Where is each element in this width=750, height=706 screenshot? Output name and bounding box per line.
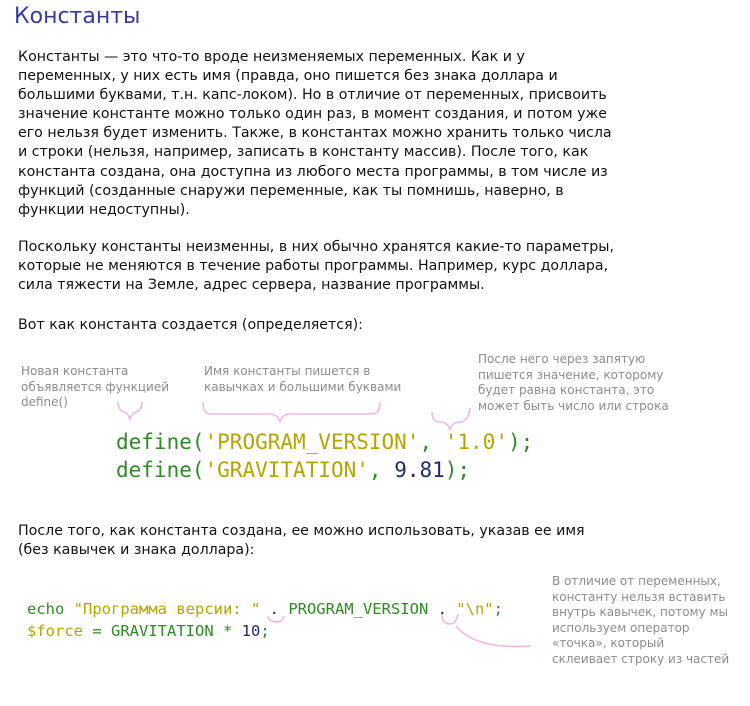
- code-sep: ,: [368, 458, 395, 482]
- code-number: 9.81: [394, 458, 445, 482]
- brace-define: [117, 401, 143, 421]
- code-sep: ,: [419, 430, 445, 454]
- code-string: "\n": [456, 600, 494, 618]
- brace-value: [431, 407, 471, 431]
- code-constant: GRAVITATION: [111, 622, 214, 640]
- code-dot: .: [428, 600, 457, 618]
- code-dot: .: [260, 600, 289, 618]
- note-concatenation: В отличие от переменных, константу нельз…: [552, 574, 730, 666]
- code-use-line-1: echo "Программа версии: " . PROGRAM_VERS…: [27, 598, 503, 620]
- code-fn: define(: [116, 458, 205, 482]
- code-mul: *: [213, 622, 242, 640]
- code-variable: $force: [27, 622, 83, 640]
- code-constant: PROGRAM_VERSION: [288, 600, 429, 618]
- code-string: '1.0': [444, 430, 508, 454]
- paragraph-use-intro: После того, как константа создана, ее мо…: [18, 523, 585, 559]
- code-end: ;: [493, 600, 503, 618]
- code-end: ;: [260, 622, 270, 640]
- code-end: );: [507, 430, 534, 454]
- brace-name: [202, 401, 381, 423]
- brace-dots-connector: [455, 625, 532, 648]
- code-define-line-2: define('GRAVITATION', 9.81);: [116, 456, 470, 484]
- code-fn: define(: [116, 430, 205, 454]
- code-echo: echo: [27, 600, 74, 618]
- code-number: 10: [241, 622, 261, 640]
- code-end: );: [444, 458, 471, 482]
- code-eq: =: [83, 622, 111, 640]
- code-define-line-1: define('PROGRAM_VERSION', '1.0');: [116, 428, 533, 456]
- code-string: 'GRAVITATION': [204, 458, 369, 482]
- code-string: 'PROGRAM_VERSION': [204, 430, 420, 454]
- code-string: "Программа версии: ": [73, 600, 261, 618]
- code-use-line-2: $force = GRAVITATION * 10;: [27, 620, 270, 642]
